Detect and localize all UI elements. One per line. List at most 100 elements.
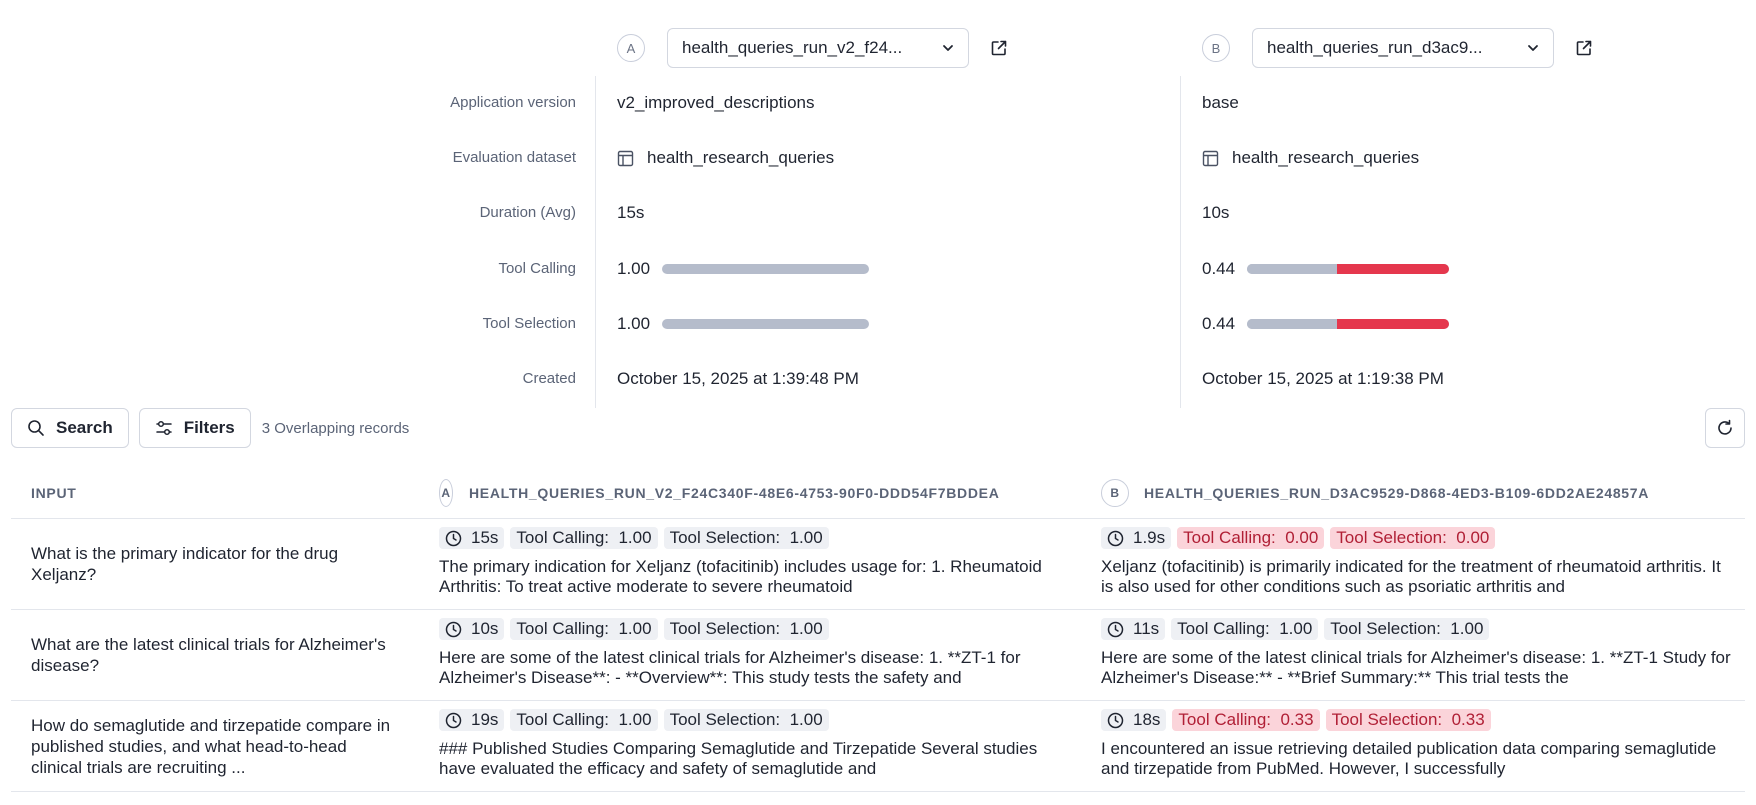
duration-chip: 11s <box>1101 618 1166 640</box>
run-a-select-value: health_queries_run_v2_f24... <box>682 38 903 57</box>
refresh-icon <box>1718 419 1732 435</box>
run-b-tool-calling-bar <box>1247 264 1450 274</box>
duration-chip: 1.9s <box>1101 527 1172 549</box>
clock-icon <box>445 530 462 546</box>
duration-value: 11s <box>1133 619 1160 638</box>
row-run-b-result: 18s Tool Calling: 0.33 Tool Selection: 0… <box>1082 701 1745 791</box>
run-b-app-version: base <box>1202 93 1239 112</box>
run-b-badge: B <box>1101 478 1129 507</box>
run-b-select[interactable]: health_queries_run_d3ac9... <box>1252 28 1554 68</box>
duration-chip: 19s <box>439 709 505 731</box>
tool-calling-chip: Tool Calling: 0.00 <box>1177 527 1325 549</box>
chevron-down-icon <box>1528 45 1538 51</box>
tool-selection-chip: Tool Selection: 1.00 <box>663 618 829 640</box>
row-run-a-result: 19s Tool Calling: 1.00 Tool Selection: 1… <box>420 701 1082 791</box>
run-b-tool-selection-value: 0.44 <box>1202 314 1236 333</box>
run-a-created: October 15, 2025 at 1:39:48 PM <box>617 369 859 388</box>
row-run-a-result: 15s Tool Calling: 1.00 Tool Selection: 1… <box>420 519 1082 609</box>
row-input-text: How do semaglutide and tirzepatide compa… <box>31 715 391 777</box>
column-divider <box>1180 76 1181 408</box>
row-input: What are the latest clinical trials for … <box>11 610 420 700</box>
clock-icon <box>1107 530 1124 546</box>
search-button[interactable]: Search <box>11 408 129 448</box>
run-b-tool-calling: 0.44 <box>1202 257 1450 281</box>
table-row[interactable]: What are the latest clinical trials for … <box>11 610 1745 701</box>
run-a-tool-selection: 1.00 <box>617 312 870 336</box>
run-b-header: B health_queries_run_d3ac9... <box>1202 28 1594 68</box>
table-row[interactable]: How do semaglutide and tirzepatide compa… <box>11 701 1745 792</box>
tool-calling-chip: Tool Calling: 1.00 <box>510 709 658 731</box>
response-text: Xeljanz (tofacitinib) is primarily indic… <box>1101 557 1721 596</box>
response-text: ### Published Studies Comparing Semaglut… <box>439 739 1038 778</box>
run-a-badge: A <box>439 478 453 507</box>
tool-calling-chip: Tool Calling: 1.00 <box>1171 618 1319 640</box>
label-tool-calling: Tool Calling <box>498 260 576 277</box>
search-button-label: Search <box>56 418 113 437</box>
run-b-tool-calling-value: 0.44 <box>1202 259 1236 278</box>
column-header-run-b: B health_queries_run_d3ac9529-d868-4ed3-… <box>1082 478 1745 507</box>
run-b-created: October 15, 2025 at 1:19:38 PM <box>1202 369 1444 388</box>
overlap-count: 3 Overlapping records <box>261 419 410 437</box>
column-header-run-b-label: health_queries_run_d3ac9529-d868-4ed3-b1… <box>1144 484 1650 501</box>
duration-value: 15s <box>471 528 499 547</box>
duration-value: 18s <box>1133 710 1161 729</box>
refresh-button[interactable] <box>1705 408 1745 448</box>
table-icon <box>617 150 634 166</box>
row-input: How do semaglutide and tirzepatide compa… <box>11 701 420 791</box>
run-a-dataset-name: health_research_queries <box>647 148 835 167</box>
run-a-tool-calling-value: 1.00 <box>617 259 651 278</box>
chevron-down-icon <box>943 45 953 51</box>
response-text: Here are some of the latest clinical tri… <box>439 648 1021 687</box>
row-input-text: What is the primary indicator for the dr… <box>31 544 339 584</box>
run-b-dataset-name: health_research_queries <box>1232 148 1420 167</box>
filters-button-label: Filters <box>183 418 235 437</box>
run-b-badge: B <box>1202 34 1230 62</box>
tool-selection-chip: Tool Selection: 1.00 <box>1324 618 1490 640</box>
label-app-version: Application version <box>450 94 576 111</box>
column-divider <box>595 76 596 408</box>
run-b-tool-selection: 0.44 <box>1202 312 1450 336</box>
run-a-tool-calling-bar <box>662 264 870 274</box>
run-comparison-panel: A health_queries_run_v2_f24... B health_… <box>0 0 1756 410</box>
clock-icon <box>445 621 462 637</box>
row-run-b-result: 11s Tool Calling: 1.00 Tool Selection: 1… <box>1082 610 1745 700</box>
row-run-a-result: 10s Tool Calling: 1.00 Tool Selection: 1… <box>420 610 1082 700</box>
run-a-app-version: v2_improved_descriptions <box>617 93 815 112</box>
run-b-select-value: health_queries_run_d3ac9... <box>1267 38 1483 57</box>
label-tool-selection: Tool Selection <box>482 315 576 332</box>
table-header: Input A health_queries_run_v2_f24c340f-4… <box>11 467 1745 519</box>
tool-calling-chip: Tool Calling: 0.33 <box>1172 709 1320 731</box>
duration-chip: 15s <box>439 527 505 549</box>
duration-chip: 10s <box>439 618 505 640</box>
run-a-tool-selection-value: 1.00 <box>617 314 651 333</box>
run-b-tool-selection-bar <box>1247 319 1450 329</box>
table-icon <box>1202 150 1219 166</box>
run-a-tool-selection-bar <box>662 319 870 329</box>
filters-button[interactable]: Filters <box>138 408 251 448</box>
sliders-icon <box>155 420 172 436</box>
tool-selection-chip: Tool Selection: 0.33 <box>1325 709 1491 731</box>
run-b-duration: 10s <box>1202 203 1230 222</box>
duration-value: 10s <box>471 619 499 638</box>
run-a-dataset[interactable]: health_research_queries <box>617 146 834 170</box>
response-text: Here are some of the latest clinical tri… <box>1101 648 1731 687</box>
run-a-select[interactable]: health_queries_run_v2_f24... <box>667 28 969 68</box>
run-b-dataset[interactable]: health_research_queries <box>1202 146 1419 170</box>
records-table: Input A health_queries_run_v2_f24c340f-4… <box>11 467 1745 792</box>
clock-icon <box>1107 621 1124 637</box>
external-link-icon[interactable] <box>989 38 1009 58</box>
label-dataset: Evaluation dataset <box>452 149 576 166</box>
tool-calling-chip: Tool Calling: 1.00 <box>510 618 658 640</box>
table-row[interactable]: What is the primary indicator for the dr… <box>11 519 1745 610</box>
duration-chip: 18s <box>1101 709 1167 731</box>
external-link-icon[interactable] <box>1574 38 1594 58</box>
column-header-run-a: A health_queries_run_v2_f24c340f-48e6-47… <box>420 478 1082 507</box>
row-run-b-result: 1.9s Tool Calling: 0.00 Tool Selection: … <box>1082 519 1745 609</box>
run-a-header: A health_queries_run_v2_f24... <box>617 28 1009 68</box>
run-a-tool-calling: 1.00 <box>617 257 870 281</box>
run-a-badge: A <box>617 34 645 62</box>
search-icon <box>28 420 44 436</box>
clock-icon <box>445 712 462 728</box>
duration-value: 19s <box>471 710 499 729</box>
label-created: Created <box>522 370 576 387</box>
